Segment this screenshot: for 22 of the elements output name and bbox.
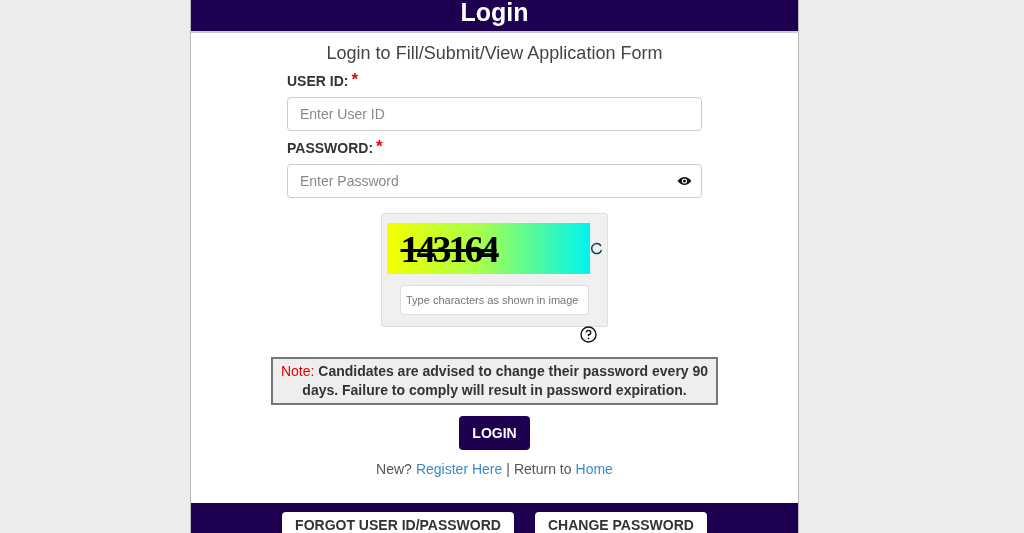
user-id-field[interactable]: Enter User ID: [287, 97, 702, 131]
separator-text: |: [506, 461, 510, 477]
field-label: PASSWORD:: [287, 140, 374, 156]
footer-button[interactable]: CHANGE PASSWORD: [534, 512, 707, 533]
new-text: New?: [376, 461, 412, 477]
required-mark: *: [351, 73, 359, 87]
field-label: USER ID:: [287, 73, 349, 89]
eye-icon[interactable]: [677, 176, 692, 186]
return-text: Return to: [513, 461, 572, 477]
captcha-field[interactable]: Type characters as shown in image: [400, 285, 589, 315]
required-mark: *: [376, 140, 383, 154]
form-subtitle: Login to Fill/Submit/View Application Form: [326, 43, 663, 64]
refresh-icon[interactable]: [589, 242, 603, 255]
home-link[interactable]: Home: [575, 461, 613, 477]
captcha-image: 143164: [386, 223, 590, 274]
page-header: Login: [191, 0, 798, 33]
password-field[interactable]: Enter Password: [287, 164, 702, 198]
register-link[interactable]: Register Here: [415, 461, 503, 477]
login-button[interactable]: LOGIN: [459, 416, 530, 450]
help-icon[interactable]: [580, 326, 597, 343]
password-note: Note: Candidates are advised to change their password every 90 days. Failure to comply will result in password expiration.: [271, 357, 718, 405]
footer-button[interactable]: FORGOT USER ID/PASSWORD: [282, 512, 514, 533]
